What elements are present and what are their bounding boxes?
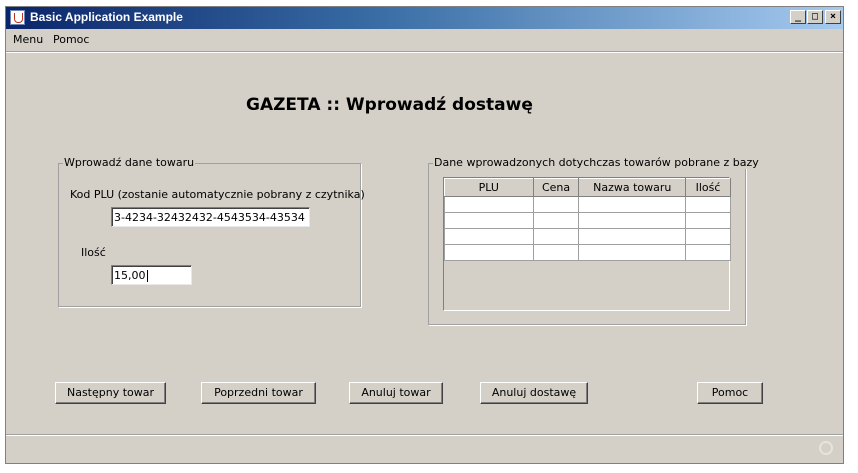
quantity-input-value: 15,00 — [114, 269, 146, 282]
java-cup-icon — [10, 10, 25, 25]
product-entry-group: Wprowadź dane towaru — [58, 156, 361, 307]
title-bar[interactable]: Basic Application Example _ □ × — [6, 7, 843, 29]
table-header-row: PLU Cena Nazwa towaru Ilość — [444, 178, 731, 197]
table-row[interactable] — [444, 212, 731, 229]
previous-item-button[interactable]: Poprzedni towar — [201, 382, 316, 404]
maximize-button[interactable]: □ — [807, 10, 823, 24]
column-header-plu[interactable]: PLU — [444, 178, 534, 197]
table-cell[interactable] — [578, 228, 687, 245]
status-bar — [6, 434, 843, 464]
window-title: Basic Application Example — [30, 10, 183, 24]
app-window: Basic Application Example _ □ × Menu Pom… — [5, 6, 844, 464]
minimize-button[interactable]: _ — [790, 10, 806, 24]
next-item-button[interactable]: Następny towar — [55, 382, 166, 404]
menu-separator — [6, 51, 843, 53]
products-table[interactable]: PLU Cena Nazwa towaru Ilość — [444, 178, 731, 261]
table-row[interactable] — [444, 228, 731, 245]
column-header-cena[interactable]: Cena — [532, 178, 580, 197]
menu-item-menu[interactable]: Menu — [13, 33, 43, 46]
table-cell[interactable] — [685, 212, 731, 229]
product-entry-group-title: Wprowadź dane towaru — [63, 156, 196, 169]
help-button[interactable]: Pomoc — [697, 382, 763, 404]
close-button[interactable]: × — [825, 10, 841, 24]
products-table-scroll[interactable]: PLU Cena Nazwa towaru Ilość — [443, 177, 731, 311]
menu-item-pomoc[interactable]: Pomoc — [53, 33, 89, 46]
cancel-item-button[interactable]: Anuluj towar — [349, 382, 443, 404]
table-cell[interactable] — [444, 228, 534, 245]
table-cell[interactable] — [444, 212, 534, 229]
table-cell[interactable] — [444, 244, 534, 261]
text-caret — [146, 270, 148, 282]
busy-indicator-icon — [819, 441, 833, 455]
table-cell[interactable] — [444, 196, 534, 213]
quantity-input[interactable]: 15,00 — [111, 265, 192, 285]
table-cell[interactable] — [578, 196, 687, 213]
plu-label: Kod PLU (zostanie automatycznie pobrany … — [70, 188, 365, 201]
column-header-nazwa-towaru[interactable]: Nazwa towaru — [578, 178, 687, 197]
plu-input[interactable]: 3-4234-32432432-4543534-43534 — [111, 207, 310, 227]
table-cell[interactable] — [685, 244, 731, 261]
table-cell[interactable] — [532, 244, 580, 261]
page-title: GAZETA :: Wprowadź dostawę — [246, 95, 533, 115]
table-cell[interactable] — [578, 244, 687, 261]
table-cell[interactable] — [685, 196, 731, 213]
table-cell[interactable] — [685, 228, 731, 245]
table-cell[interactable] — [578, 212, 687, 229]
table-row[interactable] — [444, 196, 731, 213]
table-cell[interactable] — [532, 212, 580, 229]
cancel-delivery-button[interactable]: Anuluj dostawę — [480, 382, 588, 404]
table-cell[interactable] — [532, 196, 580, 213]
products-table-group-title: Dane wprowadzonych dotychczas towarów po… — [433, 156, 760, 169]
column-header-ilosc[interactable]: Ilość — [685, 178, 731, 197]
table-cell[interactable] — [532, 228, 580, 245]
quantity-label: Ilość — [81, 246, 106, 259]
menu-bar: Menu Pomoc — [6, 30, 843, 50]
plu-input-value: 3-4234-32432432-4543534-43534 — [114, 211, 305, 224]
table-row[interactable] — [444, 244, 731, 261]
